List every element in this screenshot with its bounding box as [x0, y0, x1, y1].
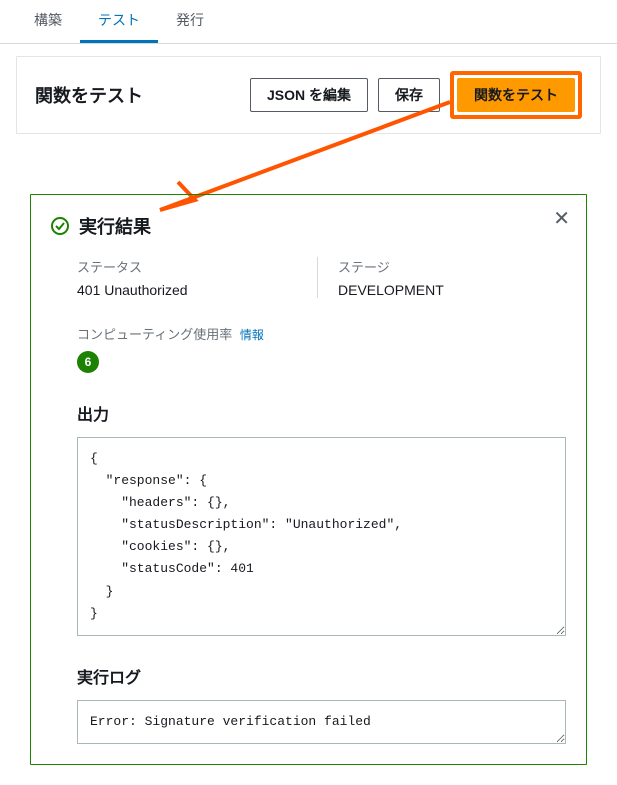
compute-usage-text: コンピューティング使用率 [77, 327, 232, 342]
test-function-toolbar: 関数をテスト JSON を編集 保存 関数をテスト [16, 56, 601, 134]
status-label: ステータス [77, 257, 277, 276]
edit-json-button[interactable]: JSON を編集 [250, 78, 368, 112]
tab-bar: 構築 テスト 発行 [0, 0, 617, 44]
toolbar-actions: JSON を編集 保存 関数をテスト [250, 71, 582, 119]
toolbar-title: 関数をテスト [35, 82, 143, 108]
highlight-box: 関数をテスト [450, 71, 582, 119]
result-header: 実行結果 [51, 213, 566, 239]
tab-publish[interactable]: 発行 [158, 0, 222, 43]
stage-block: ステージ DEVELOPMENT [317, 257, 566, 298]
close-button[interactable]: ✕ [553, 209, 570, 229]
log-title: 実行ログ [77, 664, 566, 688]
test-function-button[interactable]: 関数をテスト [457, 78, 575, 112]
save-button[interactable]: 保存 [378, 78, 440, 112]
info-link[interactable]: 情報 [240, 328, 264, 342]
output-box[interactable]: { "response": { "headers": {}, "statusDe… [77, 437, 566, 636]
success-check-icon [51, 217, 69, 235]
status-block: ステータス 401 Unauthorized [77, 257, 277, 298]
compute-usage-label: コンピューティング使用率 情報 [77, 324, 566, 343]
status-value: 401 Unauthorized [77, 282, 277, 298]
tab-build[interactable]: 構築 [16, 0, 80, 43]
result-title: 実行結果 [79, 213, 151, 239]
output-title: 出力 [77, 401, 566, 425]
log-box[interactable]: Error: Signature verification failed [77, 700, 566, 744]
tab-test[interactable]: テスト [80, 0, 158, 43]
stage-value: DEVELOPMENT [338, 282, 566, 298]
stage-label: ステージ [338, 257, 566, 276]
execution-result-panel: ✕ 実行結果 ステータス 401 Unauthorized ステージ DEVEL… [30, 194, 587, 765]
compute-usage-block: コンピューティング使用率 情報 6 [77, 324, 566, 373]
close-icon: ✕ [553, 208, 570, 230]
result-meta-row: ステータス 401 Unauthorized ステージ DEVELOPMENT [77, 257, 566, 298]
compute-usage-badge: 6 [77, 351, 99, 373]
